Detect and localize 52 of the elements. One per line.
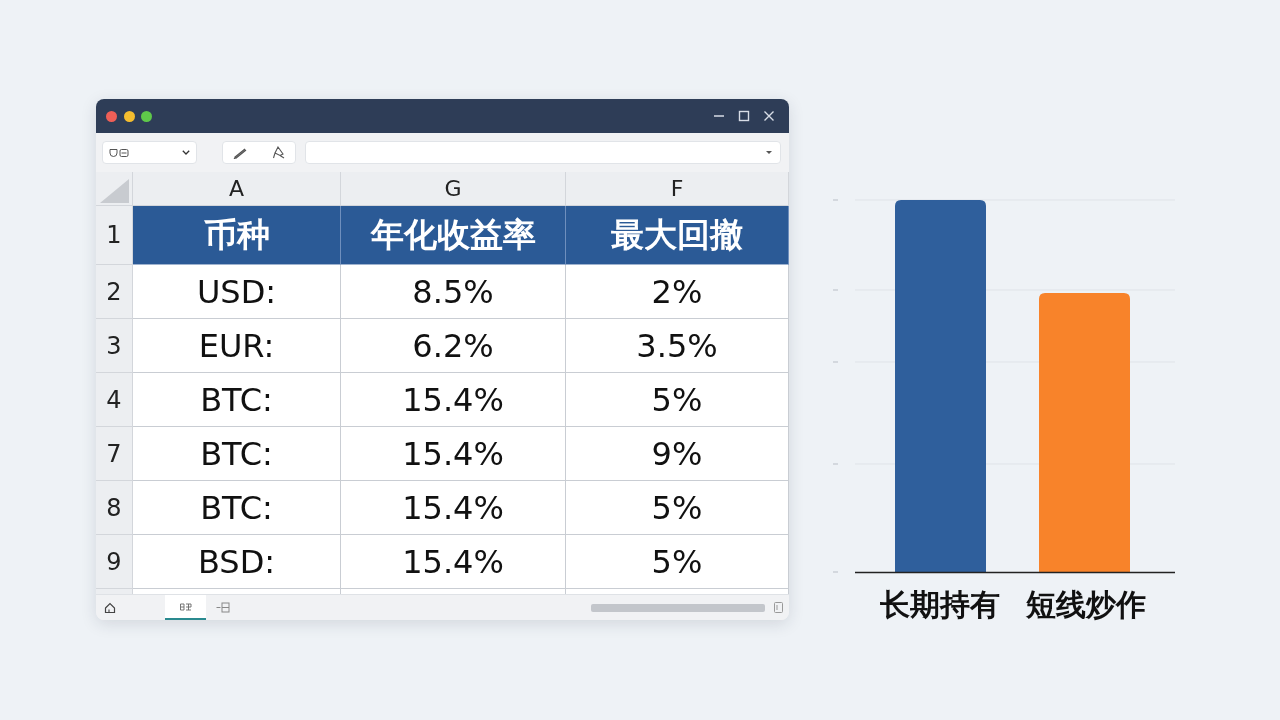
- header-cell: 币种: [133, 206, 341, 265]
- column-header[interactable]: A: [133, 172, 341, 206]
- table-cell: BSD:: [133, 535, 341, 589]
- shapes-icon: [109, 147, 129, 158]
- chevron-down-icon: [182, 150, 190, 155]
- table-cell: 5%: [566, 535, 789, 589]
- sheet-tab[interactable]: [165, 595, 206, 620]
- table-cell: 2%: [566, 265, 789, 319]
- table-cell: 8.5%: [341, 265, 566, 319]
- table-cell: 15.4%: [341, 535, 566, 589]
- table-cell: 6.2%: [341, 319, 566, 373]
- table-cell: 5%: [566, 373, 789, 427]
- sheet-glyph-icon: [179, 602, 192, 611]
- header-cell: 最大回撤: [566, 206, 789, 265]
- page-icon[interactable]: [774, 602, 783, 613]
- table-cell: 5%: [566, 481, 789, 535]
- formula-field[interactable]: [305, 141, 781, 164]
- table-cell: BTC:: [133, 481, 341, 535]
- horizontal-scrollbar[interactable]: [591, 603, 765, 612]
- row-header[interactable]: 1: [96, 206, 133, 265]
- header-cell: 年化收益率: [341, 206, 566, 265]
- column-header[interactable]: F: [566, 172, 789, 206]
- bar-label: 短线炒作: [1025, 588, 1147, 623]
- row-header[interactable]: 3: [96, 319, 133, 373]
- row-header[interactable]: 9: [96, 535, 133, 589]
- format-dropdown[interactable]: [102, 141, 197, 164]
- traffic-light-icon[interactable]: [141, 110, 152, 122]
- row-header[interactable]: 7: [96, 427, 133, 481]
- corner-triangle-icon: [100, 178, 129, 203]
- table-cell: 15.4%: [341, 373, 566, 427]
- table-cell: 3.5%: [566, 319, 789, 373]
- table-cell: 15.4%: [341, 481, 566, 535]
- table-cell: BTC:: [133, 427, 341, 481]
- table-cell: EUR:: [133, 319, 341, 373]
- maximize-icon[interactable]: [738, 110, 750, 122]
- bar-label: 长期持有: [879, 588, 1001, 623]
- column-header[interactable]: G: [341, 172, 566, 206]
- row-header[interactable]: 4: [96, 373, 133, 427]
- pen-nib-icon[interactable]: [272, 146, 285, 159]
- pen-icon[interactable]: [233, 146, 247, 159]
- traffic-light-icon[interactable]: [106, 110, 117, 122]
- table-cell: BTC:: [133, 373, 341, 427]
- table-cell: 9%: [566, 427, 789, 481]
- row-header[interactable]: 2: [96, 265, 133, 319]
- row-header[interactable]: 8: [96, 481, 133, 535]
- close-icon[interactable]: [763, 110, 775, 122]
- add-sheet-icon[interactable]: [216, 602, 230, 613]
- caret-down-icon: [766, 151, 772, 154]
- home-icon[interactable]: [104, 601, 116, 614]
- table-cell: USD:: [133, 265, 341, 319]
- traffic-light-icon[interactable]: [123, 110, 135, 122]
- table-cell: 15.4%: [341, 427, 566, 481]
